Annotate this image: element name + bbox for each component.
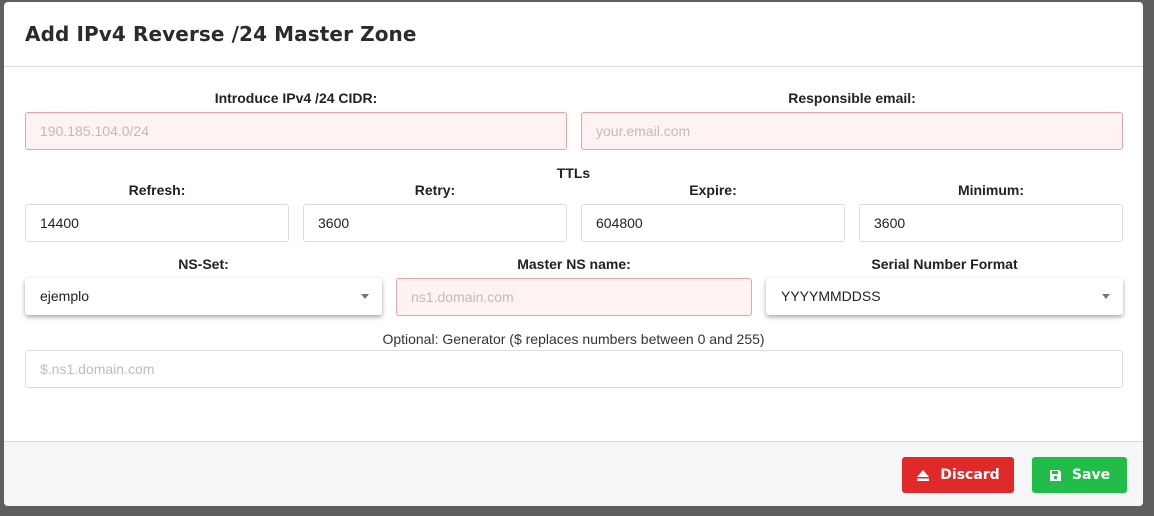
cidr-input[interactable] <box>25 112 567 150</box>
master-ns-label: Master NS name: <box>517 256 631 272</box>
serial-format-selected-value: YYYYMMDDSS <box>781 288 881 304</box>
save-button-label: Save <box>1071 467 1111 483</box>
email-input[interactable] <box>581 112 1123 150</box>
retry-input[interactable] <box>303 204 567 242</box>
modal-footer: Discard Save <box>4 441 1143 506</box>
modal-body: Introduce IPv4 /24 CIDR: Responsible ema… <box>4 68 1143 442</box>
discard-button[interactable]: Discard <box>902 457 1014 493</box>
email-label: Responsible email: <box>788 90 916 106</box>
modal-title: Add IPv4 Reverse /24 Master Zone <box>25 22 417 46</box>
nsset-selected-value: ejemplo <box>40 288 90 304</box>
refresh-label: Refresh: <box>128 182 186 198</box>
master-ns-input[interactable] <box>396 278 752 316</box>
cidr-label: Introduce IPv4 /24 CIDR: <box>214 90 378 106</box>
caret-down-icon <box>361 294 369 299</box>
expire-input[interactable] <box>581 204 845 242</box>
nsset-select[interactable]: ejemplo <box>25 278 382 315</box>
minimum-input[interactable] <box>859 204 1123 242</box>
generator-label: Optional: Generator ($ replaces numbers … <box>382 331 765 347</box>
ttls-heading: TTLs <box>556 165 591 181</box>
generator-input[interactable] <box>25 350 1123 388</box>
save-button[interactable]: Save <box>1032 457 1127 493</box>
expire-label: Expire: <box>689 182 737 198</box>
eject-icon <box>916 468 930 482</box>
serial-format-label: Serial Number Format <box>871 256 1018 272</box>
refresh-input[interactable] <box>25 204 289 242</box>
minimum-label: Minimum: <box>957 182 1025 198</box>
nsset-label: NS-Set: <box>178 256 229 272</box>
floppy-disk-icon <box>1049 469 1062 482</box>
retry-label: Retry: <box>414 182 456 198</box>
serial-format-select[interactable]: YYYYMMDDSS <box>766 278 1123 315</box>
add-reverse-zone-modal: Add IPv4 Reverse /24 Master Zone Introdu… <box>4 2 1143 506</box>
modal-header: Add IPv4 Reverse /24 Master Zone <box>4 2 1143 67</box>
caret-down-icon <box>1102 294 1110 299</box>
discard-button-label: Discard <box>940 467 1000 483</box>
